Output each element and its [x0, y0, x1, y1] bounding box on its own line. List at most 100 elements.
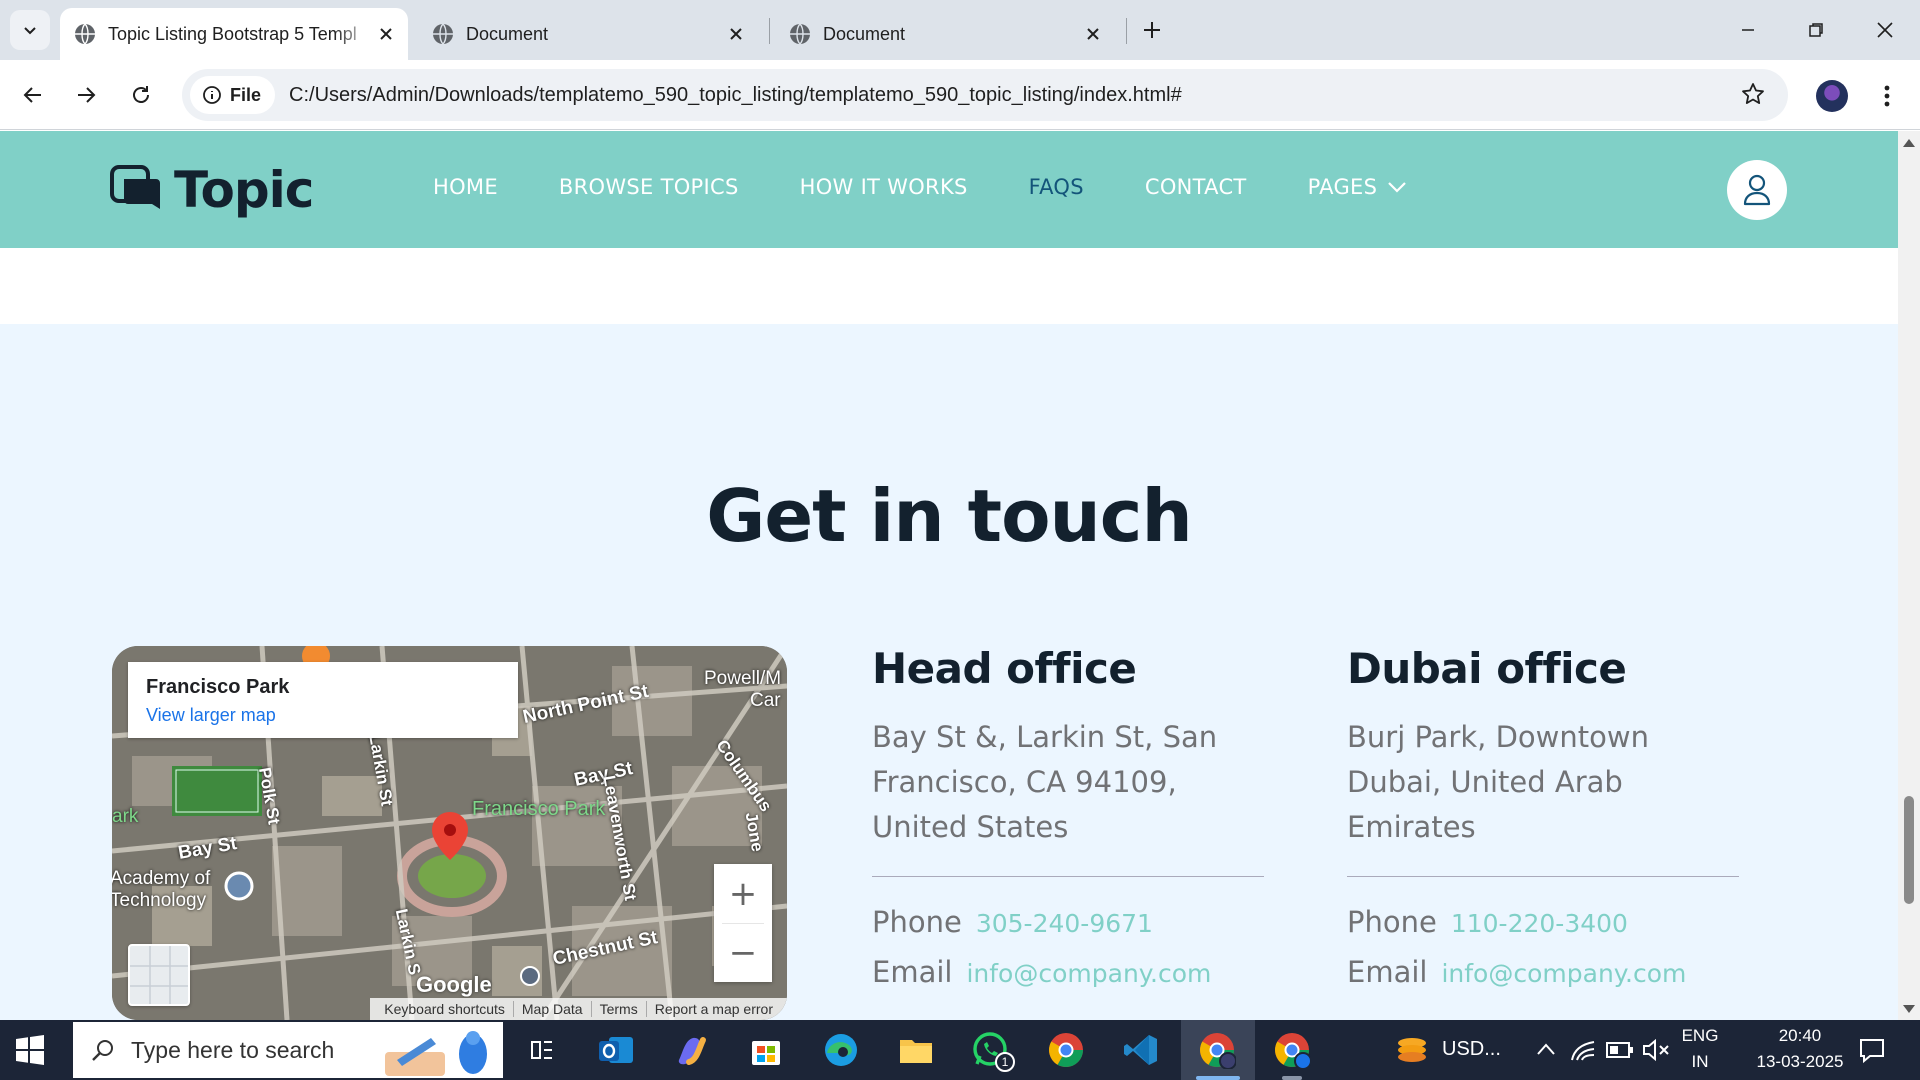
office-phone-row: Phone 305-240-9671: [872, 905, 1264, 939]
restore-icon: [1809, 23, 1823, 37]
chevron-up-icon[interactable]: [1536, 1042, 1556, 1056]
scrollbar-thumb[interactable]: [1904, 796, 1914, 904]
email-link[interactable]: info@company.com: [1441, 959, 1686, 988]
phone-label: Phone: [872, 905, 962, 939]
forward-button[interactable]: [67, 76, 105, 114]
tab-search-button[interactable]: [10, 10, 50, 50]
copilot-icon[interactable]: [669, 1028, 713, 1072]
office-email-row: Email info@company.com: [1347, 955, 1739, 989]
nav-how-it-works[interactable]: HOW IT WORKS: [800, 175, 968, 199]
contact-section: Get in touch North Point St Powell/M Car…: [0, 324, 1898, 1020]
phone-link[interactable]: 110-220-3400: [1451, 909, 1628, 938]
restore-button[interactable]: [1793, 10, 1839, 50]
chrome-profile-s-icon[interactable]: [1270, 1028, 1314, 1072]
minimize-button[interactable]: [1725, 10, 1771, 50]
nav-faqs[interactable]: FAQS: [1029, 175, 1084, 199]
tab-document-2[interactable]: Document: [775, 8, 1115, 60]
speaker-muted-icon[interactable]: [1642, 1038, 1670, 1062]
nav-browse-topics[interactable]: BROWSE TOPICS: [559, 175, 739, 199]
edge-icon[interactable]: [819, 1028, 863, 1072]
page-viewport: Topic HOME BROWSE TOPICS HOW IT WORKS FA…: [0, 131, 1898, 1020]
chrome-profile-icon[interactable]: [1195, 1028, 1239, 1072]
zoom-out-button[interactable]: −: [714, 923, 772, 982]
map-layer-toggle[interactable]: [128, 944, 190, 1006]
browser-menu-button[interactable]: [1872, 78, 1902, 114]
site-info-chip[interactable]: File: [190, 76, 276, 114]
task-view-icon[interactable]: [520, 1028, 564, 1072]
scroll-up-arrow[interactable]: [1903, 139, 1915, 147]
currency-widget-text[interactable]: USD...: [1442, 1038, 1501, 1061]
close-icon: [1877, 22, 1893, 38]
brand-logo[interactable]: Topic: [110, 161, 314, 219]
scroll-down-arrow[interactable]: [1903, 1005, 1915, 1013]
reload-button[interactable]: [122, 76, 160, 114]
vscode-icon[interactable]: [1119, 1028, 1163, 1072]
tab-document-1[interactable]: Document: [418, 8, 758, 60]
region-code[interactable]: IN: [1676, 1052, 1724, 1072]
tab-separator: [769, 18, 770, 44]
open-app-indicator: [1282, 1076, 1302, 1080]
search-highlight-illustration: [385, 1031, 487, 1076]
divider: [872, 876, 1264, 877]
report-map-error-link[interactable]: Report a map error: [647, 1001, 781, 1017]
close-tab-icon[interactable]: [1081, 22, 1105, 46]
zoom-in-button[interactable]: +: [714, 864, 772, 923]
nav-home[interactable]: HOME: [433, 175, 498, 199]
map-grid-icon: [130, 946, 188, 1004]
close-tab-icon[interactable]: [724, 22, 748, 46]
clock-time[interactable]: 20:40: [1740, 1026, 1860, 1046]
close-window-button[interactable]: [1862, 10, 1908, 50]
browser-toolbar: File C:/Users/Admin/Downloads/templatemo…: [0, 60, 1920, 130]
bookmark-star-icon[interactable]: [1740, 81, 1766, 107]
scheme-label: File: [230, 84, 262, 105]
taskbar-search[interactable]: Type here to search: [73, 1022, 503, 1078]
back-button[interactable]: [14, 76, 52, 114]
tab-title: Document: [823, 23, 906, 44]
map-footer: Keyboard shortcuts Map Data Terms Report…: [370, 998, 787, 1020]
language-code[interactable]: ENG: [1676, 1026, 1724, 1046]
search-icon: [92, 1040, 113, 1061]
phone-link[interactable]: 305-240-9671: [976, 909, 1153, 938]
main-menu: HOME BROWSE TOPICS HOW IT WORKS FAQS CON…: [433, 175, 1468, 199]
currency-widget-icon[interactable]: [1390, 1028, 1434, 1072]
keyboard-shortcuts-link[interactable]: Keyboard shortcuts: [376, 1001, 514, 1017]
whatsapp-icon[interactable]: 1: [969, 1028, 1015, 1072]
battery-icon[interactable]: [1606, 1040, 1634, 1060]
tab-title: Document: [466, 23, 549, 44]
map-label: ark: [112, 806, 139, 827]
site-navbar: Topic HOME BROWSE TOPICS HOW IT WORKS FA…: [0, 131, 1898, 248]
outlook-icon[interactable]: [594, 1028, 638, 1072]
windows-start-icon[interactable]: [14, 1034, 46, 1066]
nav-contact[interactable]: CONTACT: [1145, 175, 1247, 199]
close-tab-icon[interactable]: [374, 22, 398, 46]
tab-separator: [1126, 18, 1127, 44]
office-address: Burj Park, Downtown Dubai, United Arab E…: [1347, 720, 1649, 844]
phone-label: Phone: [1347, 905, 1437, 939]
google-watermark: Google: [416, 972, 492, 997]
page-scrollbar[interactable]: [1898, 131, 1920, 1020]
info-icon: [203, 86, 221, 104]
chat-bubble-logo-icon: [110, 165, 160, 209]
microsoft-store-icon[interactable]: [744, 1028, 788, 1072]
email-link[interactable]: info@company.com: [966, 959, 1211, 988]
zoom-divider: [722, 923, 764, 924]
nav-pages-dropdown[interactable]: PAGES: [1308, 175, 1408, 199]
profile-avatar[interactable]: [1816, 80, 1848, 112]
notification-icon[interactable]: [1858, 1036, 1886, 1064]
user-account-button[interactable]: [1727, 160, 1787, 220]
search-placeholder: Type here to search: [131, 1036, 335, 1063]
head-office-block: Head office Bay St &, Larkin St, San Fra…: [872, 644, 1264, 989]
address-bar[interactable]: File C:/Users/Admin/Downloads/templatemo…: [182, 69, 1788, 121]
view-larger-map-link[interactable]: View larger map: [146, 705, 500, 726]
map-data-link[interactable]: Map Data: [514, 1001, 592, 1017]
terms-link[interactable]: Terms: [592, 1001, 647, 1017]
clock-date[interactable]: 13-03-2025: [1740, 1052, 1860, 1072]
file-explorer-icon[interactable]: [894, 1028, 938, 1072]
new-tab-button[interactable]: [1136, 14, 1168, 46]
chrome-icon[interactable]: [1044, 1028, 1088, 1072]
wifi-icon[interactable]: [1570, 1038, 1596, 1062]
embedded-map[interactable]: North Point St Powell/M Car Francisco Pa…: [112, 646, 787, 1020]
tab-topic-listing[interactable]: Topic Listing Bootstrap 5 Templ: [60, 8, 408, 60]
map-place-name: Francisco Park: [146, 676, 290, 698]
globe-icon: [75, 23, 95, 45]
